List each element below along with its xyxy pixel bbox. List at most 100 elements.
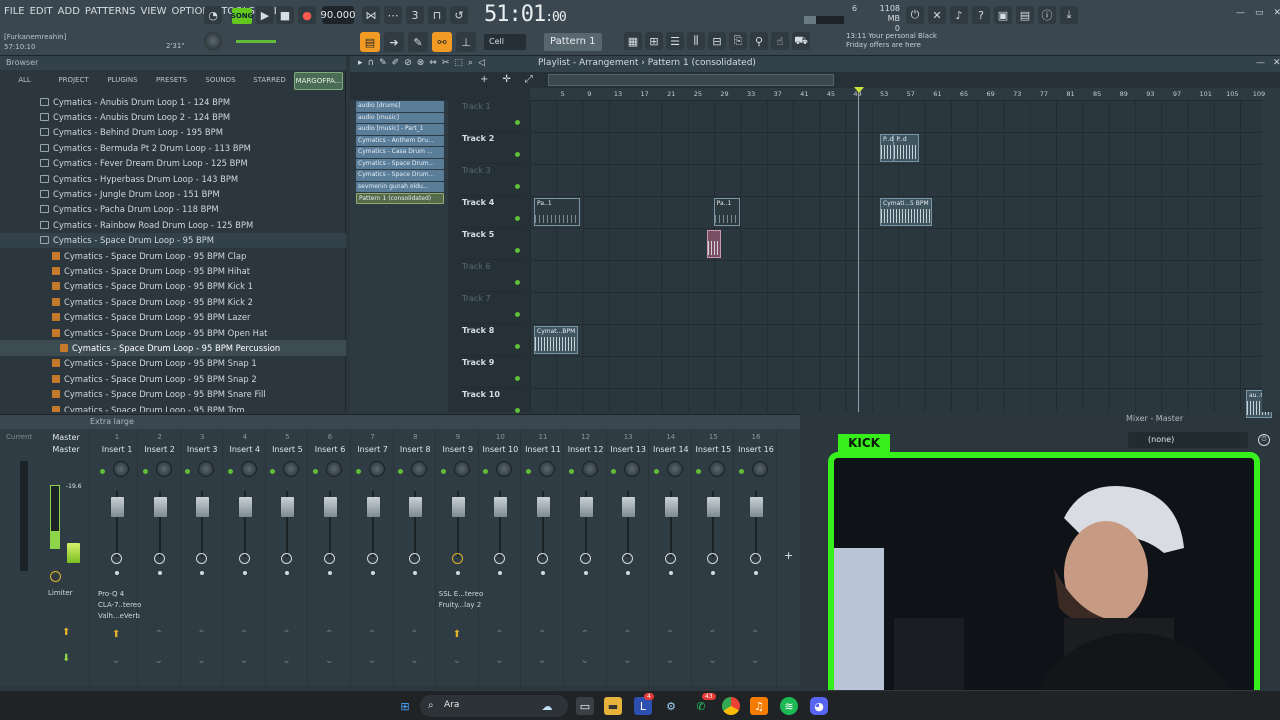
insert-led[interactable] bbox=[313, 469, 318, 474]
browser-item[interactable]: Cymatics - Space Drum Loop - 95 BPM Snap… bbox=[0, 371, 346, 386]
maximize-icon[interactable]: ▭ bbox=[1255, 8, 1264, 18]
crosshair-icon[interactable]: ✛ bbox=[502, 74, 510, 85]
mixer-slot-selector[interactable]: (none) bbox=[1128, 432, 1248, 448]
browser-item[interactable]: Cymatics - Rainbow Road Drum Loop - 125 … bbox=[0, 217, 346, 232]
insert-led[interactable] bbox=[270, 469, 276, 474]
render-icon[interactable]: ▤ bbox=[1016, 6, 1034, 24]
browser-item[interactable]: Cymatics - Space Drum Loop - 95 BPM Snar… bbox=[0, 386, 346, 401]
mixer-insert-strip[interactable]: 12 Insert 12 ⌃ ⌄ bbox=[565, 431, 607, 687]
mixer-insert-strip[interactable]: 16 Insert 16 ⌃ ⌄ bbox=[735, 431, 777, 687]
route-icon[interactable] bbox=[409, 553, 421, 564]
stereo-dot[interactable] bbox=[498, 571, 503, 575]
volume-fader[interactable] bbox=[324, 497, 337, 517]
track-header[interactable]: Track 1 bbox=[460, 100, 526, 132]
down-arrow-icon[interactable]: ⌄ bbox=[538, 655, 546, 666]
windows-start-icon[interactable]: ⊞ bbox=[396, 697, 414, 715]
track-header[interactable]: Track 4 bbox=[460, 196, 526, 228]
browser-item[interactable]: Cymatics - Space Drum Loop - 95 BPM Perc… bbox=[0, 340, 346, 356]
down-arrow-icon[interactable]: ⌄ bbox=[240, 655, 248, 666]
mixer-insert-strip[interactable]: 4 Insert 4 ⌃ ⌄ bbox=[224, 431, 266, 687]
clip-picker-item[interactable]: Cymatics - Space Drum... bbox=[356, 158, 444, 169]
track-header[interactable]: Track 3 bbox=[460, 164, 526, 196]
menu-add[interactable]: ADD bbox=[58, 6, 80, 17]
send-arrow-icon[interactable]: ⬆ bbox=[112, 629, 120, 640]
menu-edit[interactable]: EDIT bbox=[30, 6, 53, 17]
select-icon[interactable]: ⬚ bbox=[454, 58, 463, 68]
file-explorer-icon[interactable]: ▬ bbox=[604, 697, 622, 715]
insert-led[interactable] bbox=[227, 469, 233, 474]
insert-led[interactable] bbox=[355, 469, 361, 474]
down-arrow-icon[interactable]: ⌄ bbox=[751, 655, 759, 666]
zoom-icon[interactable]: ⌕ bbox=[468, 58, 473, 68]
track-mute-led[interactable] bbox=[515, 376, 520, 381]
cart-icon[interactable]: ⛟ bbox=[792, 32, 810, 50]
track-header[interactable]: Track 7 bbox=[460, 292, 526, 324]
volume-fader[interactable] bbox=[111, 497, 124, 517]
playlist-clip[interactable]: Pa..1 bbox=[713, 198, 740, 226]
track-mute-led[interactable] bbox=[515, 280, 520, 285]
volume-fader[interactable] bbox=[622, 497, 636, 517]
news-panel[interactable]: 13:11 Your personal Black Friday offers a… bbox=[846, 32, 946, 50]
metronome-icon[interactable]: ◔ bbox=[204, 6, 222, 24]
down-arrow-icon[interactable]: ⌄ bbox=[708, 655, 716, 666]
link-icon[interactable]: ⚯ bbox=[432, 32, 452, 52]
browser-item[interactable]: Cymatics - Anubis Drum Loop 1 - 124 BPM bbox=[0, 94, 346, 109]
browser-item[interactable]: Cymatics - Space Drum Loop - 95 BPM Kick… bbox=[0, 294, 346, 309]
master-volume-knob[interactable] bbox=[204, 32, 222, 50]
down-arrow-icon[interactable]: ⌄ bbox=[197, 655, 205, 666]
volume-fader[interactable] bbox=[579, 497, 593, 517]
clipboard-icon[interactable]: ⎘ bbox=[729, 32, 747, 50]
track-header[interactable]: Track 2 bbox=[460, 132, 526, 164]
volume-fader[interactable] bbox=[366, 497, 380, 517]
route-icon[interactable] bbox=[238, 553, 250, 564]
clip-picker-item[interactable]: Cymatics - Anthem Dru... bbox=[356, 135, 444, 146]
pan-knob[interactable] bbox=[752, 461, 768, 477]
track-mute-led[interactable] bbox=[515, 312, 520, 317]
insert-fx-list[interactable]: Pro-Q 4 CLA-7..tereo Valh...eVerb bbox=[98, 589, 141, 622]
timeline-ruler[interactable]: 5913172125293337414549535761656973778185… bbox=[530, 88, 1280, 100]
arrow-icon[interactable]: ➔ bbox=[384, 32, 404, 52]
down-arrow-icon[interactable]: ⌄ bbox=[155, 655, 163, 666]
down-arrow-icon[interactable]: ⌄ bbox=[495, 655, 503, 666]
slip-icon[interactable]: ⇔ bbox=[429, 58, 437, 68]
mixer-insert-strip[interactable]: 3 Insert 3 ⌃ ⌄ bbox=[181, 431, 224, 687]
brush-icon[interactable]: ✎ bbox=[408, 32, 428, 52]
volume-fader[interactable] bbox=[707, 497, 721, 517]
countdown-icon[interactable]: 3 bbox=[406, 6, 424, 24]
playlist-clip[interactable] bbox=[707, 230, 722, 258]
browser-item[interactable]: Cymatics - Jungle Drum Loop - 151 BPM bbox=[0, 186, 346, 201]
send-arrow-icon[interactable]: ⌃ bbox=[197, 629, 205, 640]
stereo-dot[interactable] bbox=[455, 571, 460, 575]
channel-icon[interactable]: ⊟ bbox=[708, 32, 726, 50]
track-header[interactable]: Track 5 bbox=[460, 228, 526, 260]
send-arrow-icon[interactable]: ⌃ bbox=[495, 629, 503, 640]
route-icon[interactable] bbox=[494, 553, 506, 564]
pan-knob[interactable] bbox=[496, 461, 513, 477]
mixer-icon[interactable]: ⫼ bbox=[687, 32, 705, 50]
mixer-insert-strip[interactable]: 1 Insert 1 Pro-Q 4 CLA-7..tereo Valh...eVerb… bbox=[96, 431, 141, 687]
pan-knob[interactable] bbox=[368, 461, 385, 477]
route-icon[interactable] bbox=[281, 553, 293, 564]
download-icon[interactable]: ⤓ bbox=[1060, 6, 1078, 24]
clip-picker-item[interactable]: Cymatics - Casa Drum ... bbox=[356, 147, 444, 158]
delete-icon[interactable]: ⊘ bbox=[404, 58, 412, 68]
stereo-dot[interactable] bbox=[115, 571, 119, 575]
touch-icon[interactable]: ☝ bbox=[771, 32, 789, 50]
clip-picker-item[interactable]: Cymatics - Space Drum... bbox=[356, 170, 444, 181]
arrangement-grid[interactable]: P..d P..d Pa..1 Pa..1 Cymati...5 BPM Cymat...… bbox=[530, 100, 1273, 418]
master-send-icon[interactable]: ⬆ bbox=[62, 627, 70, 638]
browser-item[interactable]: Cymatics - Space Drum Loop - 95 BPM Laze… bbox=[0, 309, 346, 324]
playlist-close-icon[interactable]: ✕ bbox=[1273, 58, 1280, 68]
track-mute-led[interactable] bbox=[515, 248, 520, 253]
send-arrow-icon[interactable]: ⌃ bbox=[240, 629, 248, 640]
browser-item[interactable]: Cymatics - Space Drum Loop - 95 BPM Hiha… bbox=[0, 263, 346, 278]
browser-item[interactable]: Cymatics - Hyperbass Drum Loop - 143 BPM bbox=[0, 171, 346, 186]
plugin-icon[interactable]: ✕ bbox=[928, 6, 946, 24]
send-arrow-icon[interactable]: ⌃ bbox=[581, 629, 589, 640]
pan-knob[interactable] bbox=[155, 461, 172, 477]
clip-picker-item[interactable]: audio [music] bbox=[356, 112, 444, 123]
close-icon[interactable]: ✕ bbox=[1274, 8, 1280, 18]
down-arrow-icon[interactable]: ⌄ bbox=[666, 655, 674, 666]
expand-icon[interactable]: ⤢ bbox=[525, 74, 533, 85]
browser-tab-presets[interactable]: PRESETS bbox=[147, 72, 196, 90]
